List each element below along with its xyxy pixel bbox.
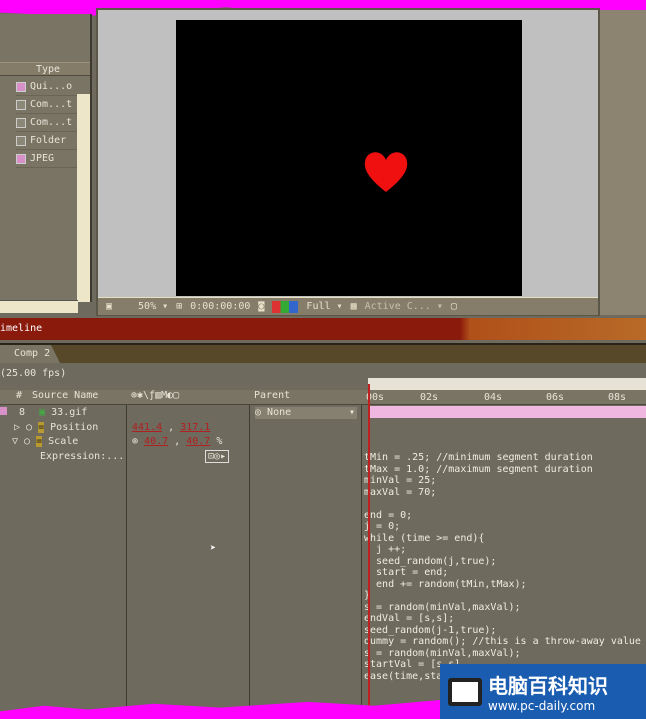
time-ruler[interactable]: 00s 02s 04s 06s 08s (362, 390, 646, 405)
tab-bar (0, 343, 646, 363)
grid-icon[interactable]: ⊞ (176, 301, 182, 312)
type-column-header[interactable]: Type (36, 64, 60, 75)
property-label: Position (50, 422, 99, 433)
expression-label: Expression:... (40, 451, 125, 462)
position-value[interactable]: 441.4 , 317.1 (132, 422, 210, 433)
watermark-logo: 电脑百科知识 www.pc-daily.com (440, 664, 646, 719)
watermark-title: 电脑百科知识 (488, 674, 608, 698)
expression-buttons[interactable]: ⊡◎▸ (205, 450, 230, 463)
vertical-scrollbar[interactable] (77, 94, 90, 302)
view-options-icon[interactable]: ▢ (451, 301, 457, 312)
timecode[interactable]: 0:00:00:00 (190, 301, 250, 312)
timeline-title-bar[interactable]: imeline (0, 318, 646, 340)
position-property[interactable]: ▷ ○ = Position (14, 422, 98, 433)
layer-name: 33.gif (51, 407, 88, 418)
fps-label: (25.00 fps) (0, 368, 67, 379)
tab-comp-2[interactable]: Comp 2 (0, 345, 60, 363)
source-name-header[interactable]: Source Name (32, 390, 98, 401)
composition-viewer: ▣ 50% ▾ ⊞ 0:00:00:00 ◙ Full ▾ ▦ Active C… (96, 8, 600, 316)
property-label: Scale (48, 436, 79, 447)
project-item[interactable]: Com...t (16, 96, 78, 114)
scale-property[interactable]: ▽ ○ = Scale (12, 436, 78, 447)
project-item[interactable]: JPEG (16, 150, 78, 168)
viewer-toolbar: ▣ 50% ▾ ⊞ 0:00:00:00 ◙ Full ▾ ▦ Active C… (98, 297, 598, 315)
number-header: # (16, 390, 23, 401)
label-color[interactable] (0, 407, 7, 415)
switches-header: ⊕✱\ƒ▥M◐▢ (127, 390, 250, 405)
project-item[interactable]: Qui...o (16, 78, 78, 96)
gif-icon: ▣ (39, 407, 46, 418)
layer-row[interactable]: 8 ▣ 33.gif (0, 407, 127, 418)
item-type: Com...t (30, 99, 73, 110)
scale-value[interactable]: ⊚ 40.7 , 40.7 % (132, 436, 222, 447)
project-item[interactable]: Com...t (16, 114, 78, 132)
name-header: # Source Name (0, 390, 127, 405)
parent-value: None (267, 407, 292, 418)
background-panel (600, 10, 646, 315)
channel-icon[interactable] (272, 300, 299, 313)
tick-label: 02s (420, 392, 439, 403)
snapshot-icon[interactable]: ◙ (258, 301, 264, 312)
tab-label: Comp 2 (14, 348, 51, 359)
position-y[interactable]: 317.1 (180, 422, 210, 433)
comp-canvas[interactable] (176, 20, 522, 296)
heart-image[interactable] (362, 148, 410, 194)
watermark-url: www.pc-daily.com (488, 699, 596, 713)
project-panel: Type Qui...o Com...t Com...t Folder JPEG (0, 14, 92, 313)
parent-dropdown[interactable]: ◎ None ▾ (255, 407, 357, 419)
tick-label: 08s (608, 392, 627, 403)
item-type: Com...t (30, 117, 73, 128)
tick-label: 06s (546, 392, 565, 403)
layer-duration-bar[interactable] (370, 406, 646, 418)
scale-unit: % (216, 436, 223, 447)
mouse-cursor-icon: ➤ (210, 543, 217, 554)
scale-y[interactable]: 40.7 (186, 436, 210, 447)
item-type: Folder (30, 135, 67, 146)
horizontal-scrollbar[interactable] (0, 300, 78, 313)
project-item[interactable]: Folder (16, 132, 78, 150)
scale-x[interactable]: 40.7 (144, 436, 168, 447)
time-navigator[interactable] (368, 378, 646, 390)
camera-dropdown[interactable]: Active C... ▾ (365, 301, 443, 312)
tick-label: 04s (484, 392, 503, 403)
play-icon[interactable]: ▣ (106, 301, 112, 312)
layer-number: 8 (19, 407, 26, 418)
expression-editor[interactable]: tMin = .25; //minimum segment duration t… (364, 452, 641, 682)
zoom-dropdown[interactable]: 50% ▾ (138, 301, 168, 312)
position-x[interactable]: 441.4 (132, 422, 162, 433)
timeline-title: imeline (0, 323, 43, 334)
region-icon[interactable]: ▦ (351, 301, 357, 312)
menu-arrow-icon: ▸ (220, 451, 227, 462)
parent-column (250, 390, 362, 719)
parent-header: Parent (250, 390, 362, 405)
current-time-indicator[interactable] (368, 384, 370, 719)
project-header: Type (0, 62, 90, 76)
item-type: Qui...o (30, 81, 73, 92)
item-type: JPEG (30, 153, 55, 164)
resolution-dropdown[interactable]: Full ▾ (306, 301, 342, 312)
monitor-icon (448, 677, 482, 706)
